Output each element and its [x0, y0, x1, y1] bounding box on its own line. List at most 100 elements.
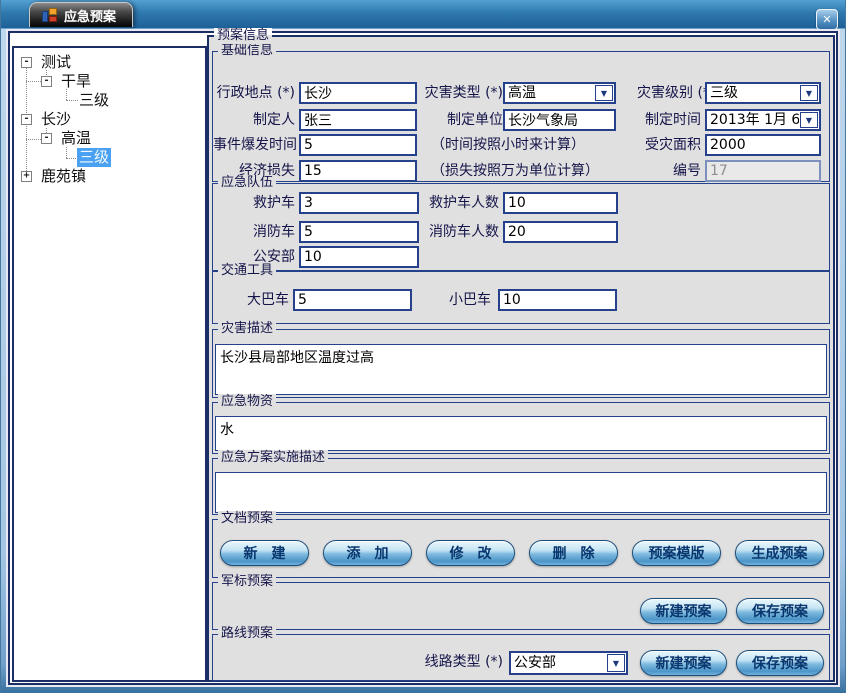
content-panel: - 测试 - 干旱 三级 - 长沙 - 高温 三级 + — [8, 31, 838, 685]
tree-guide-line — [66, 100, 78, 101]
group-title: 路线预案 — [218, 626, 276, 642]
application-window: 应急预案 ✕ - 测试 - 干旱 三级 — [0, 0, 846, 693]
tree-item-label[interactable]: 三级 — [77, 91, 111, 110]
selected-option: 高温 — [505, 84, 594, 102]
tree-guide-line — [66, 89, 67, 100]
route-plan-group: 路线预案 线路类型 (*) 公安部 ▼ 新建预案 保存预案 — [212, 634, 830, 681]
route-type-select[interactable]: 公安部 ▼ — [509, 651, 628, 675]
plan-template-button[interactable]: 预案模版 — [632, 540, 721, 566]
tree-guide-line — [66, 147, 67, 158]
tree-item-drought[interactable]: - 干旱 — [14, 72, 205, 91]
tree-item-label[interactable]: 干旱 — [59, 72, 93, 91]
save-plan-button[interactable]: 保存预案 — [736, 598, 824, 624]
dropdown-arrow-icon[interactable]: ▼ — [607, 654, 625, 672]
field-label: 制定时间 — [637, 109, 701, 131]
create-time-datepicker[interactable]: 2013年 1月 6日 ▼ — [705, 109, 821, 131]
transport-group: 交通工具 大巴车 小巴车 — [212, 271, 830, 324]
tree-item-label[interactable]: 测试 — [39, 53, 73, 72]
group-title: 灾害描述 — [218, 321, 276, 337]
supplies-textarea[interactable]: 水 — [215, 416, 827, 451]
field-label: 消防车 — [213, 221, 295, 243]
tree-item-changsha[interactable]: - 长沙 — [14, 110, 205, 129]
tree-item-hightemp[interactable]: - 高温 — [14, 129, 205, 148]
tree-guide-line — [26, 81, 41, 82]
fire-truck-staff-input[interactable] — [503, 221, 618, 243]
tree-item-test[interactable]: - 测试 — [14, 53, 205, 72]
supplies-group: 应急物资 水 — [212, 402, 830, 454]
tree-item-luyuan[interactable]: + 鹿苑镇 — [14, 167, 205, 186]
outbreak-time-input[interactable] — [299, 134, 417, 156]
expand-minus-icon[interactable]: - — [41, 76, 52, 87]
ambulance-input[interactable] — [299, 192, 419, 214]
hint-text: （损失按照万为单位计算） — [431, 160, 599, 182]
add-button[interactable]: 添 加 — [323, 540, 412, 566]
economic-loss-input[interactable] — [299, 160, 417, 182]
doc-plan-group: 文档预案 新 建 添 加 修 改 删 除 预案模版 生成预案 — [212, 519, 830, 578]
dropdown-arrow-icon[interactable]: ▼ — [595, 85, 613, 101]
ambulance-staff-input[interactable] — [503, 192, 618, 214]
group-title: 预案信息 — [214, 28, 272, 44]
tree-item-level3-drought[interactable]: 三级 — [14, 91, 205, 110]
impl-desc-textarea[interactable] — [215, 472, 827, 513]
close-button[interactable]: ✕ — [816, 9, 838, 30]
new-plan-button[interactable]: 新建预案 — [640, 650, 727, 676]
small-bus-input[interactable] — [498, 289, 617, 311]
creator-input[interactable] — [299, 109, 417, 131]
tree-item-label[interactable]: 鹿苑镇 — [39, 167, 88, 186]
field-label: 线路类型 (*) — [383, 651, 503, 673]
unit-input[interactable] — [503, 109, 616, 131]
tree-item-label[interactable]: 长沙 — [39, 110, 73, 129]
save-plan-button[interactable]: 保存预案 — [736, 650, 824, 676]
plan-tree: - 测试 - 干旱 三级 - 长沙 - 高温 三级 + — [12, 46, 207, 682]
field-label: 救护车 — [213, 192, 295, 214]
expand-minus-icon[interactable]: - — [21, 114, 32, 125]
tree-item-level3-selected[interactable]: 三级 — [14, 148, 205, 167]
panel-rim: - 测试 - 干旱 三级 - 长沙 - 高温 三级 + — [6, 29, 840, 687]
disaster-level-select[interactable]: 三级 ▼ — [705, 82, 821, 104]
date-value: 2013年 1月 6日 — [707, 111, 799, 129]
military-plan-buttons: 新建预案 保存预案 — [640, 598, 824, 624]
field-label: 灾害级别 (*) — [637, 82, 701, 104]
generate-plan-button[interactable]: 生成预案 — [735, 540, 824, 566]
group-title: 文档预案 — [218, 511, 276, 527]
tree-guide-line — [26, 139, 41, 140]
affected-area-input[interactable] — [705, 134, 821, 156]
field-label: 小巴车 — [415, 289, 491, 311]
modify-button[interactable]: 修 改 — [426, 540, 515, 566]
expand-minus-icon[interactable]: - — [21, 57, 32, 68]
field-label: 行政地点 (*) — [213, 82, 295, 104]
disaster-desc-textarea[interactable]: 长沙县局部地区温度过高 — [215, 344, 827, 395]
form-row: 经济损失 （损失按照万为单位计算） 编号 — [213, 160, 829, 182]
big-bus-input[interactable] — [293, 289, 412, 311]
doc-plan-buttons: 新 建 添 加 修 改 删 除 预案模版 生成预案 — [220, 540, 824, 566]
field-label: 编号 — [637, 160, 701, 182]
app-icon — [42, 8, 57, 22]
expand-plus-icon[interactable]: + — [21, 171, 32, 182]
tree-item-label[interactable]: 高温 — [59, 129, 93, 148]
emergency-team-group: 应急队伍 救护车 救护车人数 消防车 消防车人数 公安部 — [212, 183, 830, 271]
form-row: 制定人 制定单位 制定时间 2013年 1月 6日 ▼ — [213, 109, 829, 131]
police-input[interactable] — [299, 246, 419, 268]
new-plan-button[interactable]: 新建预案 — [640, 598, 727, 624]
disaster-type-select[interactable]: 高温 ▼ — [503, 82, 616, 104]
delete-button[interactable]: 删 除 — [529, 540, 618, 566]
window-title: 应急预案 — [64, 6, 116, 25]
dropdown-arrow-icon[interactable]: ▼ — [800, 85, 818, 101]
tree-item-label-selected[interactable]: 三级 — [77, 148, 111, 167]
plan-info-group: 预案信息 基础信息 行政地点 (*) 灾害类型 (*) 高温 ▼ 灾害级别 (*… — [207, 35, 835, 682]
field-label: 消防车人数 — [419, 221, 499, 243]
admin-location-input[interactable] — [299, 82, 417, 104]
form-row: 大巴车 小巴车 — [213, 289, 829, 311]
form-row: 事件爆发时间 （时间按照小时来计算） 受灾面积 — [213, 134, 829, 156]
new-button[interactable]: 新 建 — [220, 540, 309, 566]
form-row: 救护车 救护车人数 — [213, 192, 829, 214]
fire-truck-input[interactable] — [299, 221, 419, 243]
dropdown-arrow-icon[interactable]: ▼ — [800, 112, 818, 128]
field-label: 制定单位 — [419, 109, 503, 131]
window-tab[interactable]: 应急预案 — [29, 2, 133, 27]
form-row: 公安部 — [213, 246, 829, 268]
field-label: 救护车人数 — [419, 192, 499, 214]
military-plan-group: 军标预案 新建预案 保存预案 — [212, 582, 830, 630]
expand-minus-icon[interactable]: - — [41, 133, 52, 144]
disaster-desc-group: 灾害描述 长沙县局部地区温度过高 — [212, 329, 830, 398]
